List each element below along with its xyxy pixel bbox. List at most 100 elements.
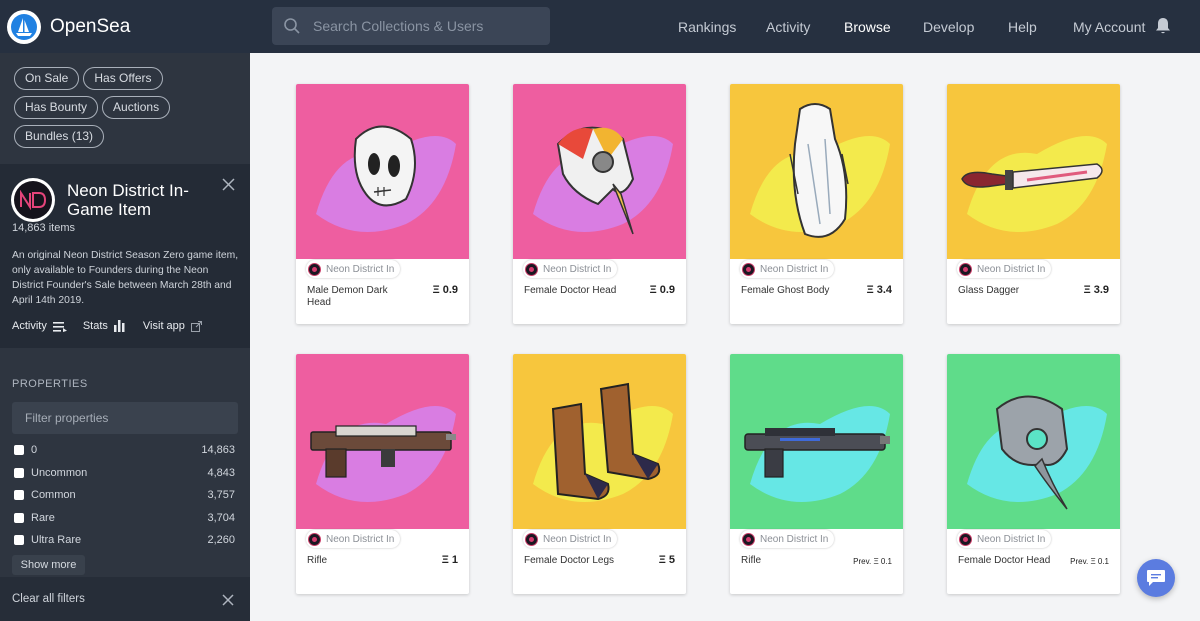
show-more-button[interactable]: Show more xyxy=(12,555,85,575)
property-name: Uncommon xyxy=(31,467,88,479)
property-row[interactable]: Uncommon 4,843 xyxy=(14,464,235,482)
neon-district-logo-icon xyxy=(20,190,47,210)
collection-badge[interactable]: Neon District In xyxy=(957,260,1052,278)
clear-all-filters-link[interactable]: Clear all filters xyxy=(12,593,85,605)
status-filters: On Sale Has Offers Has Bounty Auctions Bun… xyxy=(0,53,250,154)
filter-chip-auctions[interactable]: Auctions xyxy=(102,96,171,119)
asset-image xyxy=(296,354,469,529)
collection-title: Neon District In-Game Item xyxy=(67,181,189,219)
asset-image xyxy=(730,84,903,259)
asset-image xyxy=(947,354,1120,529)
search-icon xyxy=(284,18,300,34)
nav-my-account[interactable]: My Account xyxy=(1073,0,1145,53)
bar-chart-icon xyxy=(113,320,125,332)
asset-card[interactable]: Neon District In Glass Dagger Ξ 3.9 xyxy=(947,84,1120,324)
nav-activity[interactable]: Activity xyxy=(766,0,810,53)
asset-image xyxy=(730,354,903,529)
filter-chip-has-bounty[interactable]: Has Bounty xyxy=(14,96,99,119)
asset-grid: Neon District In Male Demon Dark Head Ξ 0.… xyxy=(250,53,1200,621)
asset-name: Female Doctor Head xyxy=(958,555,1051,566)
collection-badge[interactable]: Neon District In xyxy=(957,530,1052,548)
property-checkbox[interactable] xyxy=(14,468,24,478)
asset-card[interactable]: Neon District In Female Ghost Body Ξ 3.4 xyxy=(730,84,903,324)
nav-help[interactable]: Help xyxy=(1008,0,1037,53)
property-row[interactable]: 0 14,863 xyxy=(14,441,235,459)
asset-price: Ξ 0.9 xyxy=(432,284,458,296)
collection-badge[interactable]: Neon District In xyxy=(306,530,401,548)
collection-name: Neon District In xyxy=(326,263,395,275)
property-count: 3,757 xyxy=(207,489,235,501)
neon-district-icon xyxy=(525,262,538,276)
bell-icon[interactable] xyxy=(1155,17,1171,35)
asset-card[interactable]: Neon District In Female Doctor Head Prev. … xyxy=(947,354,1120,594)
property-checkbox[interactable] xyxy=(14,490,24,500)
properties-heading: PROPERTIES xyxy=(12,378,88,390)
asset-card[interactable]: Neon District In Female Doctor Legs Ξ 5 xyxy=(513,354,686,594)
collection-badge[interactable]: Neon District In xyxy=(740,260,835,278)
property-row[interactable]: Common 3,757 xyxy=(14,486,235,504)
asset-image xyxy=(947,84,1120,259)
collection-avatar xyxy=(11,178,55,222)
collection-links: Activity Stats Visit app xyxy=(12,320,218,332)
logo-text: OpenSea xyxy=(50,15,131,37)
collection-badge[interactable]: Neon District In xyxy=(523,260,618,278)
asset-card[interactable]: Neon District In Female Doctor Head Ξ 0.9 xyxy=(513,84,686,324)
asset-name: Glass Dagger xyxy=(958,285,1020,296)
property-checkbox[interactable] xyxy=(14,445,24,455)
property-checkbox[interactable] xyxy=(14,513,24,523)
opensea-logo[interactable]: OpenSea xyxy=(7,9,131,44)
search-input[interactable] xyxy=(313,18,533,34)
neon-district-icon xyxy=(959,532,972,546)
asset-price: Ξ 5 xyxy=(658,554,675,566)
asset-price: Prev. Ξ 0.1 xyxy=(853,557,892,566)
visit-app-link-label: Visit app xyxy=(142,320,185,332)
asset-card[interactable]: Neon District In Rifle Prev. Ξ 0.1 xyxy=(730,354,903,594)
property-count: 14,863 xyxy=(201,444,235,456)
sidebar-footer: Clear all filters xyxy=(0,577,250,621)
asset-price: Ξ 3.9 xyxy=(1083,284,1109,296)
top-navbar: OpenSea Rankings Activity Browse Develop… xyxy=(0,0,1200,53)
neon-district-icon xyxy=(742,532,755,546)
nav-develop[interactable]: Develop xyxy=(923,0,974,53)
property-count: 4,843 xyxy=(207,467,235,479)
neon-district-icon xyxy=(959,262,972,276)
collection-badge[interactable]: Neon District In xyxy=(523,530,618,548)
property-name: Rare xyxy=(31,512,55,524)
asset-price: Ξ 1 xyxy=(441,554,458,566)
collection-name: Neon District In xyxy=(977,263,1046,275)
neon-district-icon xyxy=(308,262,321,276)
neon-district-icon xyxy=(742,262,755,276)
property-row[interactable]: Rare 3,704 xyxy=(14,509,235,527)
filter-chip-has-offers[interactable]: Has Offers xyxy=(83,67,163,90)
filter-chip-bundles[interactable]: Bundles (13) xyxy=(14,125,105,148)
opensea-logo-icon xyxy=(7,9,41,44)
search-bar[interactable] xyxy=(272,7,550,45)
asset-name: Female Doctor Head xyxy=(524,285,617,296)
visit-app-link[interactable]: Visit app xyxy=(143,320,202,332)
external-link-icon xyxy=(190,320,202,332)
collection-badge[interactable]: Neon District In xyxy=(306,260,401,278)
property-row[interactable]: Ultra Rare 2,260 xyxy=(14,531,235,549)
stats-link-label: Stats xyxy=(82,320,108,332)
activity-link[interactable]: Activity xyxy=(12,320,67,332)
filter-chip-on-sale[interactable]: On Sale xyxy=(14,67,80,90)
collection-badge[interactable]: Neon District In xyxy=(740,530,835,548)
nav-browse[interactable]: Browse xyxy=(844,0,891,53)
property-checkbox[interactable] xyxy=(14,535,24,545)
asset-card[interactable]: Neon District In Rifle Ξ 1 xyxy=(296,354,469,594)
nav-rankings[interactable]: Rankings xyxy=(678,0,736,53)
property-name: Common xyxy=(31,489,76,501)
asset-card[interactable]: Neon District In Male Demon Dark Head Ξ 0.… xyxy=(296,84,469,324)
asset-name: Female Doctor Legs xyxy=(524,555,615,566)
asset-image xyxy=(296,84,469,259)
collection-name: Neon District In xyxy=(543,533,612,545)
collection-name: Neon District In xyxy=(543,263,612,275)
close-icon[interactable] xyxy=(222,178,235,191)
asset-image xyxy=(513,354,686,529)
collection-name: Neon District In xyxy=(760,533,829,545)
chat-button[interactable] xyxy=(1137,559,1175,597)
filter-sidebar: On Sale Has Offers Has Bounty Auctions Bun… xyxy=(0,53,250,621)
clear-filters-close-icon[interactable] xyxy=(222,594,234,606)
filter-properties-input[interactable] xyxy=(12,402,238,434)
stats-link[interactable]: Stats xyxy=(83,320,127,332)
